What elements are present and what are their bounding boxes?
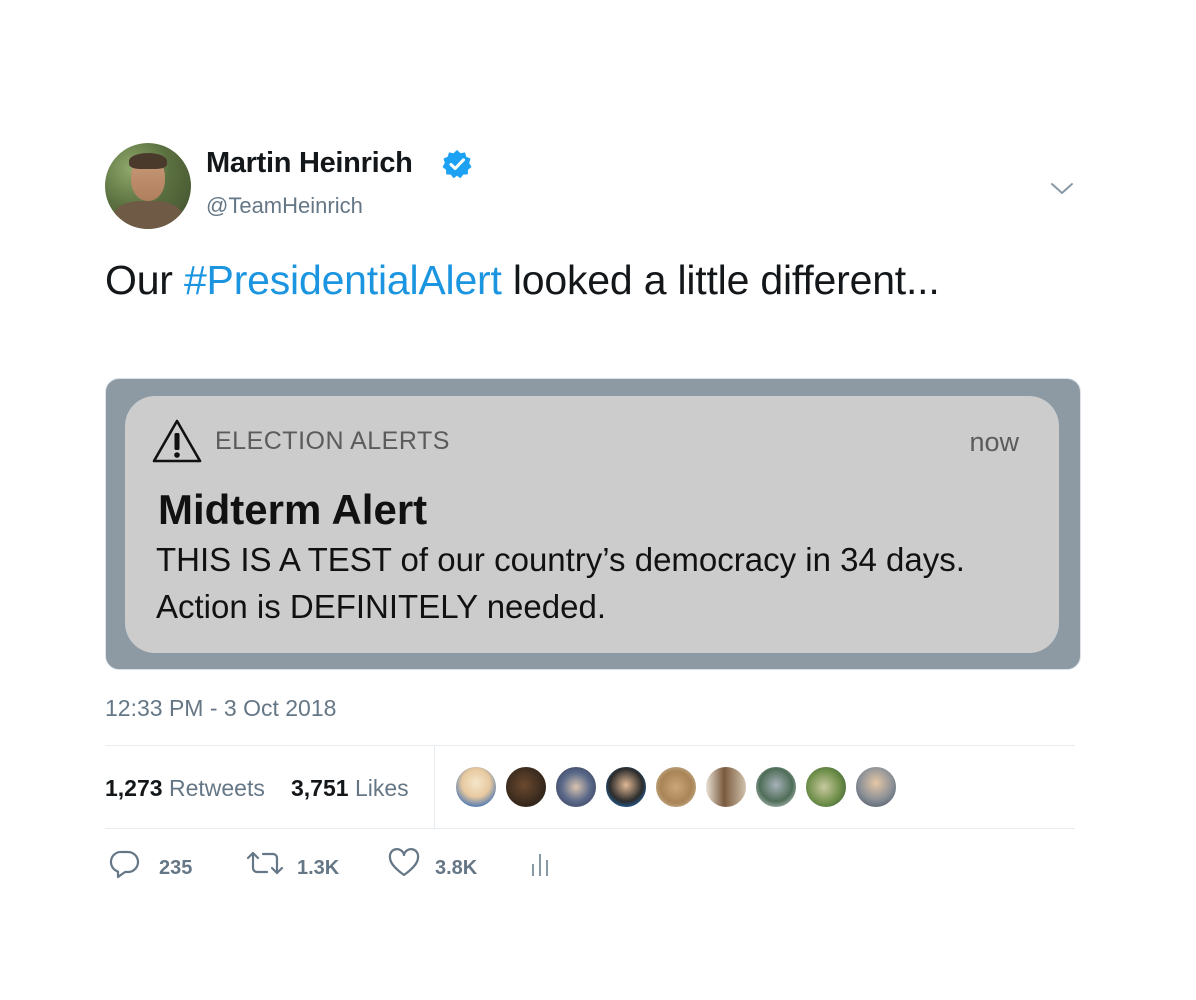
- tweet-stats: 1,273 Retweets 3,751 Likes: [105, 745, 1075, 828]
- tweet-text-after: looked a little different...: [501, 257, 940, 303]
- retweet-count: 1.3K: [297, 857, 340, 879]
- reply-icon: [109, 850, 140, 879]
- notification-title: Midterm Alert: [158, 486, 428, 533]
- liker-avatar[interactable]: [605, 766, 647, 808]
- retweet-button[interactable]: 1.3K: [245, 848, 355, 884]
- tweet-text-before: Our: [105, 257, 184, 303]
- retweets-stat-count: 1,273: [105, 775, 163, 801]
- avatar-hair: [129, 153, 167, 169]
- liker-avatar[interactable]: [505, 766, 547, 808]
- verified-badge-icon: [442, 150, 472, 179]
- liker-avatar[interactable]: [455, 766, 497, 808]
- divider: [105, 828, 1075, 829]
- retweets-stat[interactable]: 1,273 Retweets: [105, 775, 265, 802]
- chevron-down-icon[interactable]: [1050, 178, 1074, 198]
- notification-time: now: [969, 427, 1019, 457]
- like-count: 3.8K: [435, 857, 478, 879]
- liker-avatar[interactable]: [855, 766, 897, 808]
- reply-count: 235: [159, 857, 193, 879]
- hashtag-link[interactable]: #PresidentialAlert: [184, 257, 502, 303]
- avatar[interactable]: [105, 143, 191, 229]
- stats-separator: [434, 745, 435, 828]
- retweets-stat-label: Retweets: [168, 775, 265, 801]
- reply-button[interactable]: 235: [109, 848, 209, 884]
- like-button[interactable]: 3.8K: [388, 848, 498, 884]
- author-name[interactable]: Martin Heinrich: [206, 147, 413, 180]
- likes-stat-count: 3,751: [291, 775, 349, 801]
- liker-avatar[interactable]: [705, 766, 747, 808]
- liker-avatar[interactable]: [755, 766, 797, 808]
- tweet-text: Our #PresidentialAlert looked a little d…: [105, 253, 1005, 307]
- tweet-actions: 235 1.3K 3.8K: [105, 848, 705, 888]
- likes-stat-label: Likes: [354, 775, 409, 801]
- tweet-media-image[interactable]: ELECTION ALERTS now Midterm Alert THIS I…: [105, 378, 1081, 670]
- retweet-icon: [246, 851, 284, 875]
- notification-card: ELECTION ALERTS now Midterm Alert THIS I…: [125, 396, 1059, 653]
- notification-body: THIS IS A TEST of our country’s democrac…: [156, 541, 965, 625]
- liker-avatar[interactable]: [555, 766, 597, 808]
- liker-avatar[interactable]: [805, 766, 847, 808]
- analytics-icon: [532, 854, 548, 876]
- notification-app-name: ELECTION ALERTS: [215, 427, 450, 455]
- avatar-shirt: [113, 201, 183, 229]
- tweet-timestamp[interactable]: 12:33 PM - 3 Oct 2018: [105, 695, 336, 722]
- heart-icon: [388, 848, 420, 877]
- warning-triangle-icon: [152, 419, 202, 463]
- author-handle[interactable]: @TeamHeinrich: [206, 193, 363, 219]
- likes-stat[interactable]: 3,751 Likes: [291, 775, 409, 802]
- liker-avatar[interactable]: [655, 766, 697, 808]
- analytics-button[interactable]: [529, 848, 553, 884]
